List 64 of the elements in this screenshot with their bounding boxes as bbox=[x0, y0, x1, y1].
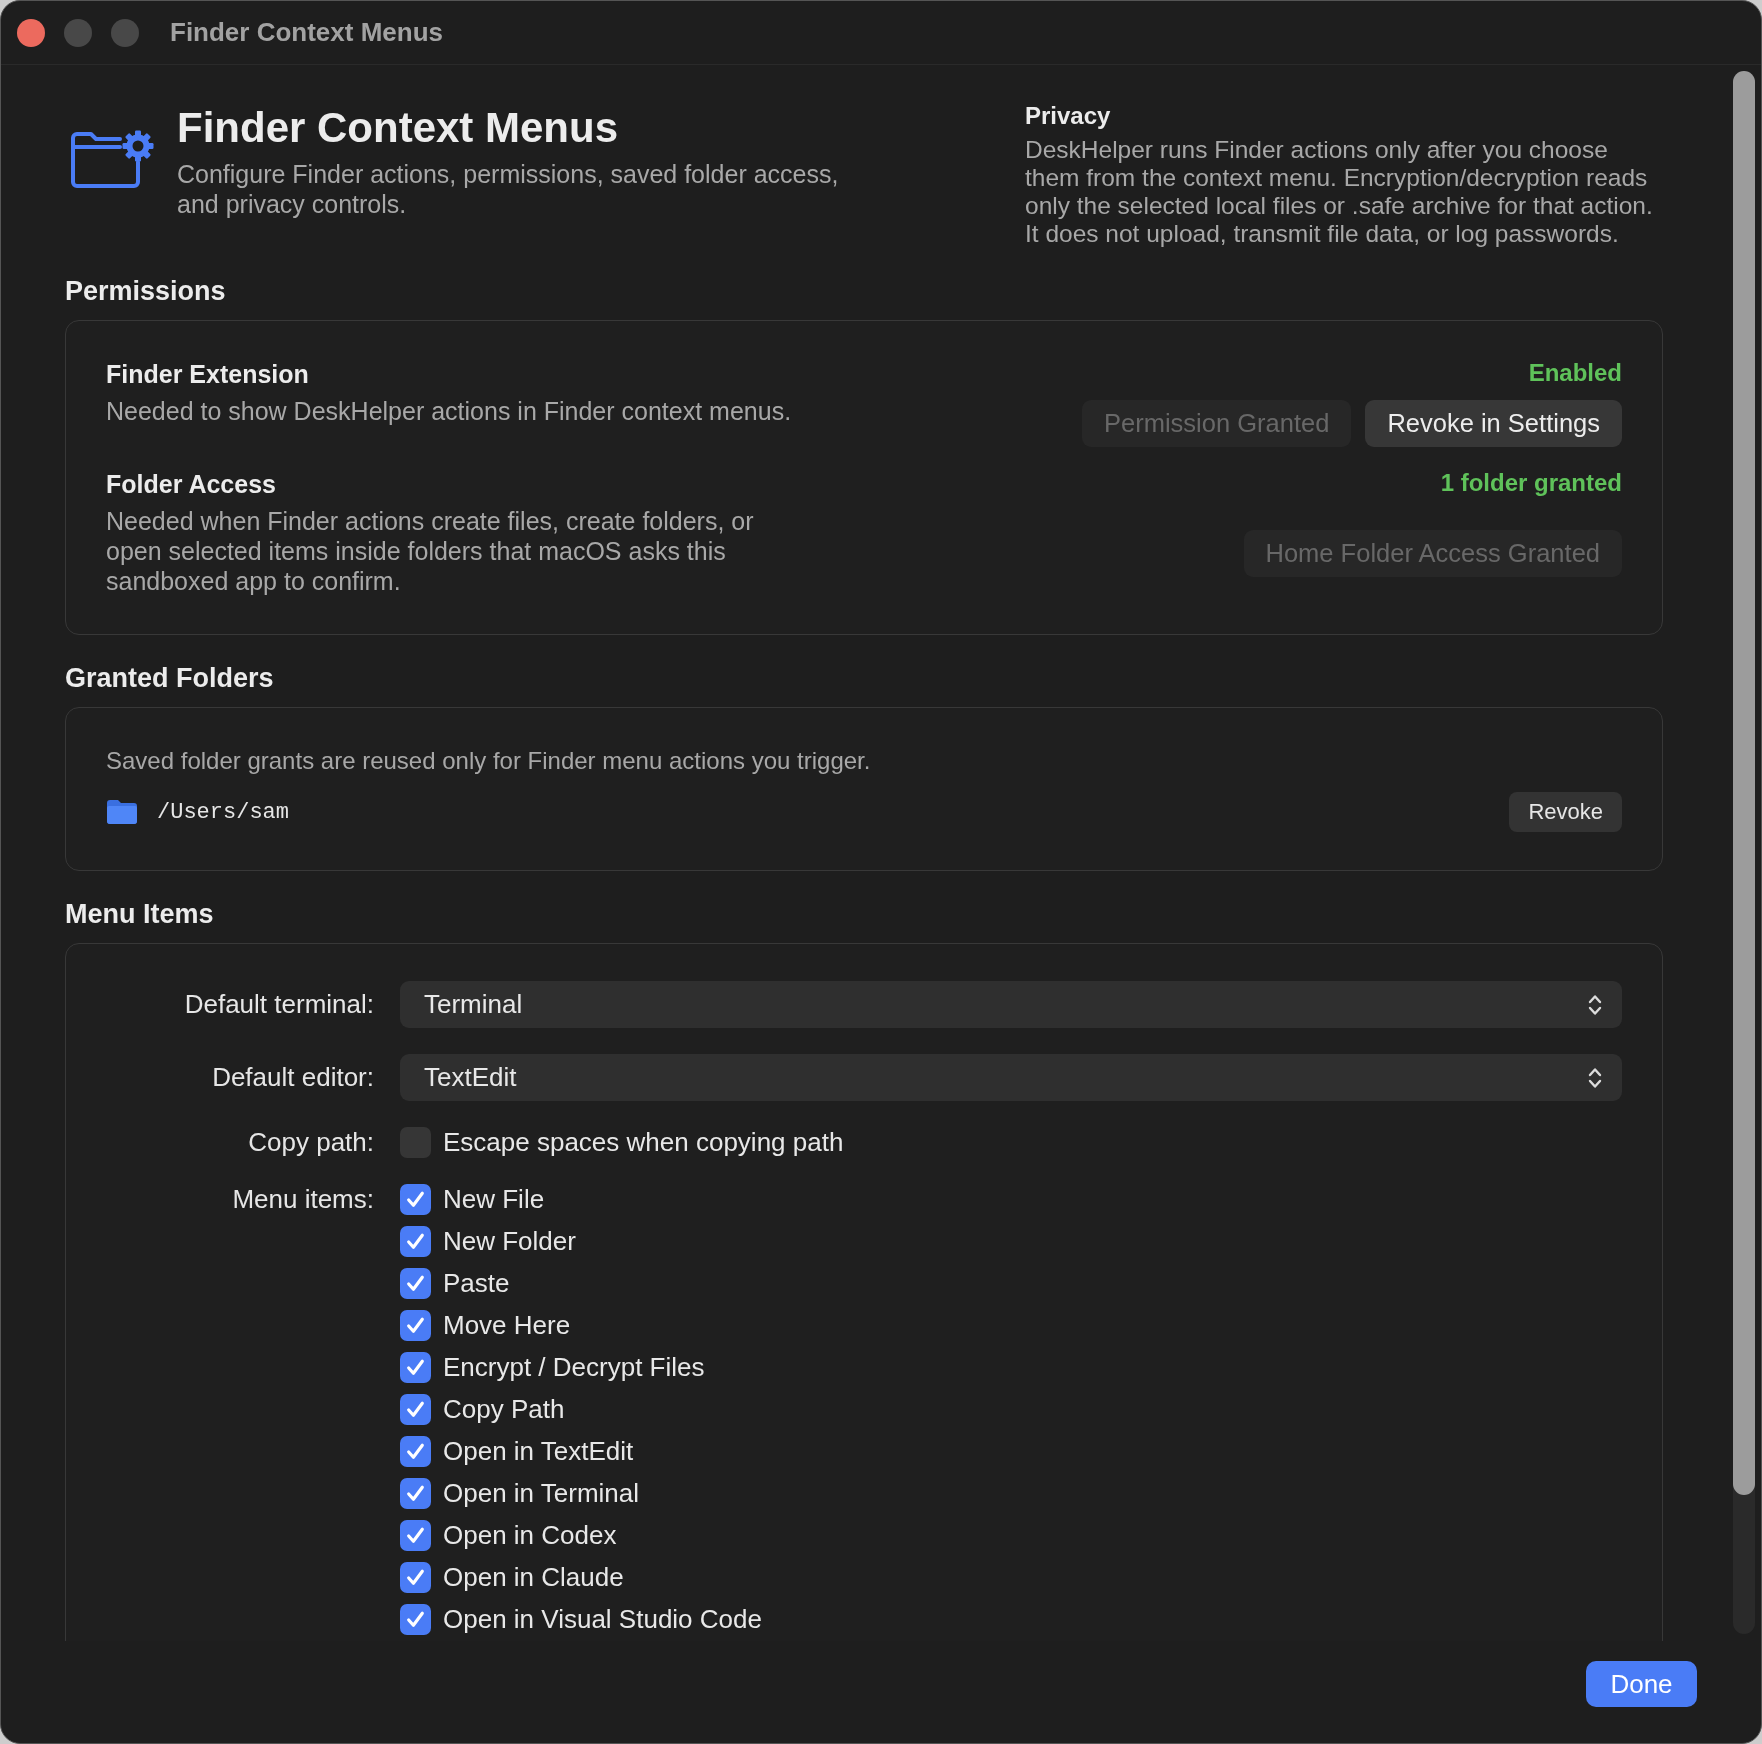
permission-title: Finder Extension bbox=[106, 359, 310, 389]
section-heading: Menu Items bbox=[65, 898, 215, 930]
dropdown[interactable]: Terminal bbox=[400, 981, 1622, 1028]
checkbox-label: Encrypt / Decrypt Files bbox=[443, 1352, 705, 1383]
done-button[interactable]: Done bbox=[1586, 1661, 1697, 1707]
checkmark-icon bbox=[405, 1567, 426, 1588]
chevron-up-down-icon bbox=[1588, 992, 1602, 1017]
revoke-button[interactable]: Revoke bbox=[1509, 792, 1622, 832]
form-label: Copy path: bbox=[247, 1127, 374, 1158]
checkbox[interactable] bbox=[400, 1562, 431, 1593]
checkbox[interactable] bbox=[400, 1226, 431, 1257]
checkbox-label: Open in Terminal bbox=[443, 1478, 640, 1509]
checkbox[interactable] bbox=[400, 1310, 431, 1341]
folder-gear-icon bbox=[70, 129, 154, 189]
checkbox-label: Open in Claude bbox=[443, 1562, 624, 1593]
checkbox[interactable] bbox=[400, 1268, 431, 1299]
checkbox[interactable] bbox=[400, 1520, 431, 1551]
checkbox-label: Move Here bbox=[443, 1310, 571, 1341]
checkbox[interactable] bbox=[400, 1184, 431, 1215]
checkbox[interactable] bbox=[400, 1478, 431, 1509]
section-heading: Permissions bbox=[65, 275, 227, 307]
checkmark-icon bbox=[405, 1483, 426, 1504]
form-label: Default terminal: bbox=[183, 989, 374, 1020]
folders-note: Saved folder grants are reused only for Finder menu actions you trigger. bbox=[106, 746, 872, 776]
checkmark-icon bbox=[405, 1357, 426, 1378]
checkbox[interactable] bbox=[400, 1436, 431, 1467]
checkbox-label: Escape spaces when copying path bbox=[443, 1127, 844, 1158]
privacy-text: DeskHelper runs Finder actions only after you choose them from the context menu. Encryption/decryption reads only the selected local files or .safe archive for that action. It does not upload, transmit file data, or log passwords. bbox=[1025, 136, 1654, 248]
checkbox[interactable] bbox=[400, 1352, 431, 1383]
permission-status: Enabled bbox=[1528, 359, 1622, 387]
dropdown[interactable]: TextEdit bbox=[400, 1054, 1622, 1101]
checkbox-label: New File bbox=[443, 1184, 545, 1215]
checkbox[interactable] bbox=[400, 1604, 431, 1635]
section-heading: Granted Folders bbox=[65, 662, 275, 694]
checkbox-label: New Folder bbox=[443, 1226, 576, 1257]
checkbox-label: Open in Visual Studio Code bbox=[443, 1604, 762, 1635]
close-button[interactable] bbox=[17, 18, 45, 47]
permission-description: Needed to show DeskHelper actions in Finder context menus. bbox=[106, 396, 792, 426]
permission-button[interactable]: Revoke in Settings bbox=[1365, 400, 1622, 447]
checkmark-icon bbox=[405, 1315, 426, 1336]
checkmark-icon bbox=[405, 1231, 426, 1252]
permission-description: Needed when Finder actions create files, create folders, or open selected items inside folders that macOS asks this sandboxed app to confirm. bbox=[106, 506, 755, 596]
chevron-up-down-icon bbox=[1588, 1065, 1602, 1090]
checkmark-icon bbox=[405, 1441, 426, 1462]
privacy-heading: Privacy bbox=[1025, 102, 1112, 130]
folder-icon bbox=[107, 800, 137, 824]
page-subtitle: Configure Finder actions, permissions, saved folder access, and privacy controls. bbox=[177, 159, 840, 219]
checkmark-icon bbox=[405, 1399, 426, 1420]
checkbox[interactable] bbox=[400, 1394, 431, 1425]
checkmark-icon bbox=[405, 1609, 426, 1630]
checkmark-icon bbox=[405, 1189, 426, 1210]
page-title: Finder Context Menus bbox=[177, 104, 620, 152]
form-label: Menu items: bbox=[231, 1184, 374, 1215]
checkmark-icon bbox=[405, 1273, 426, 1294]
folder-path: /Users/sam bbox=[157, 799, 290, 825]
permission-status: 1 folder granted bbox=[1440, 469, 1622, 497]
window-title: Finder Context Menus bbox=[170, 17, 443, 48]
permission-title: Folder Access bbox=[106, 469, 277, 499]
checkbox-label: Paste bbox=[443, 1268, 510, 1299]
form-label: Default editor: bbox=[211, 1062, 374, 1093]
checkmark-icon bbox=[405, 1525, 426, 1546]
checkbox-label: Open in TextEdit bbox=[443, 1436, 634, 1467]
checkbox-label: Copy Path bbox=[443, 1394, 565, 1425]
checkbox-label: Open in Codex bbox=[443, 1520, 617, 1551]
